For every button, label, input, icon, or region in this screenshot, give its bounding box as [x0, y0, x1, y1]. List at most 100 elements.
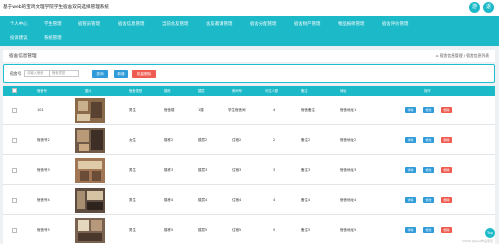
nav-item-dorm-reviews[interactable]: 宿舍评价管理 — [382, 17, 408, 32]
dorm-photo — [75, 188, 105, 213]
header-remark: 备注 — [301, 89, 308, 93]
nav-item-repairs[interactable]: 物品报修管理 — [338, 17, 364, 32]
nav-item-personal-center[interactable]: 个人中心 — [10, 17, 28, 32]
header-image: 图片 — [85, 89, 92, 93]
delete-button[interactable]: 删除 — [441, 227, 452, 233]
batch-delete-button[interactable]: 批量删除 — [132, 70, 156, 78]
cell-remark: 备注3 — [301, 168, 311, 172]
select-all-checkbox[interactable] — [12, 88, 17, 93]
nav-item-roommates[interactable]: 当前舍友管理 — [162, 17, 188, 32]
edit-button[interactable]: 修改 — [423, 167, 434, 173]
cell-building: 宿舍楼 — [164, 108, 175, 112]
header-capacity: 可住人数 — [265, 89, 279, 93]
header-room: 宿舍号 — [37, 89, 47, 93]
nav-item-students[interactable]: 学生管理 — [44, 17, 62, 32]
breadcrumb-text[interactable]: 宿舍信息管理 / 宿舍信息列表 — [440, 53, 489, 58]
dorm-type-select[interactable]: 宿舍类型 — [49, 70, 79, 77]
cell-room-no: 学生宿舍间 — [228, 108, 246, 112]
cell-floor: 楼层4 — [198, 198, 208, 202]
watermark: CSDN @Java毕设项目 — [462, 239, 493, 243]
delete-button[interactable]: 删除 — [441, 197, 452, 203]
nav-item-dorm-info[interactable]: 宿舍信息管理 — [118, 17, 144, 32]
cell-remark: 备注5 — [301, 228, 311, 232]
cell-address: 宿舍地址2 — [340, 138, 357, 142]
cell-floor: 1楼 — [198, 108, 204, 112]
header-type: 宿舍类型 — [129, 89, 143, 93]
cell-type: 男生 — [129, 198, 136, 202]
edit-button[interactable]: 修改 — [423, 227, 434, 233]
cell-address: 宿舍地址1 — [340, 108, 357, 112]
nav-item-dorm-admins[interactable]: 宿管员管理 — [78, 17, 100, 32]
cell-room: 宿舍号4 — [37, 198, 50, 202]
delete-button[interactable]: 删除 — [441, 137, 452, 143]
logout-button[interactable]: 退 — [483, 2, 494, 13]
cell-type: 女生 — [129, 138, 136, 142]
search-label: 宿舍号 — [10, 71, 22, 76]
cell-building: 楼栋5 — [164, 228, 174, 232]
cell-room-no: 住宿2 — [232, 138, 242, 142]
cell-building: 楼栋4 — [164, 198, 174, 202]
top-bar: 基于web的宝鸡文理学院学生宿舍双向选择管理系统 游 退 — [0, 0, 499, 16]
app-title: 基于web的宝鸡文理学院学生宿舍双向选择管理系统 — [3, 5, 109, 10]
cell-room-no: 住宿3 — [232, 168, 242, 172]
cell-remark: 备注2 — [301, 138, 311, 142]
cell-floor: 楼层3 — [198, 168, 208, 172]
cell-floor: 楼层2 — [198, 138, 208, 142]
cell-address: 宿舍地址5 — [340, 228, 357, 232]
cell-capacity: 2 — [273, 138, 276, 142]
row-checkbox[interactable] — [12, 108, 17, 113]
cell-type: 男生 — [129, 168, 136, 172]
query-button[interactable]: 查询 — [92, 70, 108, 78]
nav-item-dorm-assign[interactable]: 宿舍分配管理 — [250, 17, 276, 32]
cell-type: 男生 — [129, 228, 136, 232]
nav-item-system[interactable]: 系统管理 — [44, 31, 62, 46]
nav-item-complaints[interactable]: 投诉建议 — [10, 31, 28, 46]
delete-button[interactable]: 删除 — [441, 167, 452, 173]
detail-button[interactable]: 详情 — [405, 227, 416, 233]
table-header: 宿舍号 图片 宿舍类型 楼栋 楼层 房间号 可住人数 备注 地址 操作 — [3, 86, 495, 96]
table-row: 宿舍号2 女生 楼栋2 楼层2 住宿2 2 备注2 宿舍地址2 详情 修改 删除 — [3, 126, 495, 155]
nav-item-roommate-invites[interactable]: 舍友邀请管理 — [206, 17, 232, 32]
table-row: 宿舍号3 男生 楼栋3 楼层3 住宿3 3 备注3 宿舍地址3 详情 修改 删除 — [3, 156, 495, 185]
row-checkbox[interactable] — [12, 138, 17, 143]
nav-item-dorm-property[interactable]: 宿舍财产管理 — [294, 17, 320, 32]
edit-button[interactable]: 修改 — [423, 137, 434, 143]
cell-type: 男生 — [129, 108, 136, 112]
table-row: 宿舍号4 男生 楼栋4 楼层4 住宿4 4 备注4 宿舍地址4 详情 修改 删除 — [3, 186, 495, 215]
dorm-photo — [75, 98, 105, 123]
edit-button[interactable]: 修改 — [423, 197, 434, 203]
header-room-no: 房间号 — [232, 89, 242, 93]
detail-button[interactable]: 详情 — [405, 167, 416, 173]
cell-room-no: 住宿5 — [232, 228, 242, 232]
row-checkbox[interactable] — [12, 168, 17, 173]
data-table: 宿舍号 图片 宿舍类型 楼栋 楼层 房间号 可住人数 备注 地址 操作 101 … — [3, 86, 495, 244]
header-address: 地址 — [340, 89, 347, 93]
cell-remark: 宿舍备注 — [301, 108, 315, 112]
cell-capacity: 3 — [273, 168, 276, 172]
table-row: 101 男生 宿舍楼 1楼 学生宿舍间 4 宿舍备注 宿舍地址1 详情 修改 删… — [3, 96, 495, 125]
cell-room: 宿舍号3 — [37, 168, 50, 172]
add-button[interactable]: 新增 — [114, 70, 128, 78]
cell-address: 宿舍地址3 — [340, 168, 357, 172]
edit-button[interactable]: 修改 — [423, 107, 434, 113]
cell-capacity: 5 — [273, 228, 276, 232]
user-avatar[interactable]: 游 — [469, 2, 480, 13]
row-checkbox[interactable] — [12, 228, 17, 233]
detail-button[interactable]: 详情 — [405, 107, 416, 113]
delete-button[interactable]: 删除 — [441, 107, 452, 113]
back-to-top-button[interactable]: Top — [485, 228, 495, 238]
dorm-photo — [75, 128, 105, 153]
search-bar: 宿舍号 请输入宿舍 宿舍类型 查询 新增 批量删除 — [3, 64, 495, 83]
cell-remark: 备注4 — [301, 198, 311, 202]
detail-button[interactable]: 详情 — [405, 137, 416, 143]
cell-room: 101 — [37, 108, 44, 112]
header-actions: 操作 — [424, 89, 431, 93]
cell-address: 宿舍地址4 — [340, 198, 357, 202]
dorm-photo — [75, 158, 105, 183]
row-checkbox[interactable] — [12, 198, 17, 203]
panel-header: 宿舍信息管理 ⌂ 宿舍信息管理 / 宿舍信息列表 — [3, 50, 495, 62]
cell-capacity: 4 — [273, 108, 276, 112]
detail-button[interactable]: 详情 — [405, 197, 416, 203]
cell-room: 宿舍号2 — [37, 138, 50, 142]
dorm-photo — [75, 218, 105, 243]
